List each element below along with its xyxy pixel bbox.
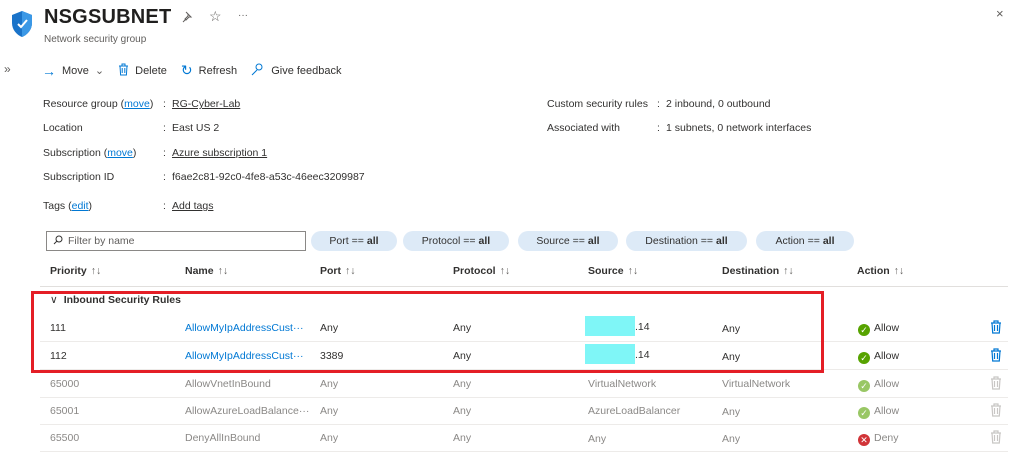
feedback-icon (251, 63, 265, 79)
colon: : (657, 122, 660, 134)
refresh-icon: ↻ (180, 62, 193, 78)
page-title: NSGSUBNET (44, 6, 172, 28)
delete-button[interactable]: Delete (118, 63, 167, 79)
resource-group-link[interactable]: RG-Cyber-Lab (172, 98, 240, 110)
colon: : (163, 98, 166, 110)
move-button[interactable]: → Move ⌄ (42, 63, 104, 79)
feedback-button[interactable]: Give feedback (251, 63, 342, 79)
action-filter-chip[interactable]: Action == all (756, 231, 854, 251)
delete-rule-icon[interactable] (990, 348, 1002, 365)
colon: : (163, 147, 166, 159)
more-options-icon[interactable]: ··· (238, 10, 248, 21)
resource-group-label: Resource group (move) (43, 98, 154, 110)
resource-group-move-link[interactable]: move (124, 98, 150, 110)
add-tags-link[interactable]: Add tags (172, 200, 213, 212)
associated-label: Associated with (547, 122, 620, 134)
page-subtitle: Network security group (44, 34, 147, 45)
source-filter-chip[interactable]: Source == all (518, 231, 618, 251)
destination-filter-chip[interactable]: Destination == all (626, 231, 747, 251)
column-header-port[interactable]: Port ↑↓ (320, 265, 356, 277)
action-cell: ✕ Deny (858, 432, 899, 446)
table-row[interactable]: 65500 DenyAllInBound Any Any Any Any ✕ De… (40, 424, 1008, 452)
location-label: Location (43, 122, 83, 134)
tags-edit-link[interactable]: edit (72, 200, 89, 212)
allow-check-icon: ✓ (858, 407, 870, 419)
column-header-priority[interactable]: Priority ↑↓ (50, 265, 101, 277)
chevron-down-icon: ⌄ (94, 65, 105, 77)
column-header-source[interactable]: Source ↑↓ (588, 265, 638, 277)
delete-rule-icon[interactable] (990, 320, 1002, 337)
deny-x-icon: ✕ (858, 434, 870, 446)
custom-rules-label: Custom security rules (547, 98, 648, 110)
custom-rules-value: 2 inbound, 0 outbound (666, 98, 771, 110)
refresh-button[interactable]: ↻ Refresh (181, 62, 237, 79)
column-header-name[interactable]: Name ↑↓ (185, 265, 228, 277)
delete-rule-disabled-icon (990, 376, 1002, 393)
protocol-filter-chip[interactable]: Protocol == all (403, 231, 509, 251)
action-cell: ✓ Allow (858, 322, 899, 336)
highlight-box (31, 291, 824, 373)
subscription-link[interactable]: Azure subscription 1 (172, 147, 267, 159)
subscription-label: Subscription (move) (43, 147, 137, 159)
column-header-protocol[interactable]: Protocol ↑↓ (453, 265, 510, 277)
header-divider (40, 286, 1008, 287)
arrow-right-icon: → (42, 62, 56, 79)
column-header-action[interactable]: Action ↑↓ (857, 265, 904, 277)
colon: : (163, 171, 166, 183)
location-value: East US 2 (172, 122, 220, 134)
nsg-shield-icon (10, 10, 34, 41)
delete-rule-disabled-icon (990, 403, 1002, 420)
command-bar: → Move ⌄ Delete ↻ Refresh Give feedback (42, 62, 356, 79)
action-cell: ✓ Allow (858, 350, 899, 364)
close-icon[interactable]: × (996, 6, 1004, 21)
colon: : (163, 122, 166, 134)
colon: : (163, 200, 166, 212)
subscription-id-label: Subscription ID (43, 171, 115, 183)
allow-check-icon: ✓ (858, 324, 870, 336)
search-icon (53, 235, 63, 248)
associated-value: 1 subnets, 0 network interfaces (666, 122, 812, 134)
star-icon[interactable]: ☆ (209, 8, 222, 25)
port-filter-chip[interactable]: Port == all (311, 231, 397, 251)
trash-icon (118, 63, 129, 79)
expand-sidebar-icon[interactable]: » (4, 62, 11, 76)
action-cell: ✓ Allow (858, 378, 899, 392)
delete-rule-disabled-icon (990, 430, 1002, 447)
action-cell: ✓ Allow (858, 405, 899, 419)
column-header-destination[interactable]: Destination ↑↓ (722, 265, 794, 277)
subscription-id-value: f6ae2c81-92c0-4fe8-a53c-46eec3209987 (172, 171, 365, 183)
pin-icon[interactable] (182, 11, 194, 26)
table-row[interactable]: 65000 AllowVnetInBound Any Any VirtualNe… (40, 370, 1008, 398)
subscription-move-link[interactable]: move (107, 147, 133, 159)
allow-check-icon: ✓ (858, 380, 870, 392)
tags-label: Tags (edit) (43, 200, 93, 212)
allow-check-icon: ✓ (858, 352, 870, 364)
filter-input[interactable]: Filter by name (46, 231, 306, 251)
colon: : (657, 98, 660, 110)
table-row[interactable]: 65001 AllowAzureLoadBalance··· Any Any A… (40, 397, 1008, 425)
